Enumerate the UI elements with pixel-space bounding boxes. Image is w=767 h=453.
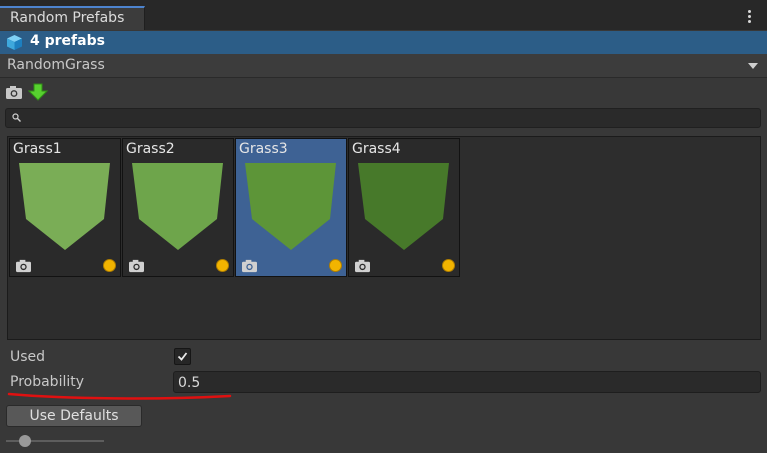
status-dot-icon [442,259,455,272]
download-arrow-icon[interactable] [28,83,48,101]
prefab-card-grass4[interactable]: Grass4 [348,138,460,277]
prefab-card-grass2[interactable]: Grass2 [122,138,234,277]
prefab-card-grass3[interactable]: Grass3 [235,138,347,277]
grass-prefab-preview [19,163,110,250]
search-field[interactable] [5,108,761,128]
prefab-count-label: 4 prefabs [30,33,105,49]
prefab-set-dropdown[interactable]: RandomGrass [0,54,767,78]
camera-icon[interactable] [15,258,32,273]
kebab-menu-icon[interactable] [743,8,755,26]
prefab-cube-icon [7,35,22,50]
grass-prefab-preview [358,163,449,250]
red-annotation-underline [7,392,232,400]
prefab-card-grass1[interactable]: Grass1 [9,138,121,277]
chevron-down-icon [748,63,758,69]
search-icon [12,113,21,122]
status-dot-icon [216,259,229,272]
slider-thumb[interactable] [19,435,32,447]
used-checkbox[interactable] [174,348,191,365]
used-label: Used [10,349,46,365]
checkmark-icon [177,352,188,361]
prefab-grid: Grass1 Grass2 Grass3 Grass4 [7,136,761,340]
grass-prefab-preview [132,163,223,250]
prefab-name: Grass3 [239,141,288,157]
prefab-name: Grass2 [126,141,175,157]
use-defaults-button[interactable]: Use Defaults [6,405,142,427]
tab-random-prefabs[interactable]: Random Prefabs [0,6,145,30]
status-dot-icon [103,259,116,272]
grass-prefab-preview [245,163,336,250]
prefab-name: Grass1 [13,141,62,157]
tab-title: Random Prefabs [10,10,125,26]
search-input[interactable] [26,110,746,126]
status-dot-icon [329,259,342,272]
camera-icon[interactable] [354,258,371,273]
thumbnail-size-slider[interactable] [6,434,106,448]
prefab-name: Grass4 [352,141,401,157]
camera-icon[interactable] [5,83,23,101]
camera-icon[interactable] [128,258,145,273]
tab-bar: Random Prefabs [0,0,767,30]
prefab-set-value: RandomGrass [7,57,105,73]
probability-label: Probability [10,374,85,390]
prefab-count-header: 4 prefabs [0,31,767,54]
camera-icon[interactable] [241,258,258,273]
probability-field[interactable]: 0.5 [173,371,761,393]
